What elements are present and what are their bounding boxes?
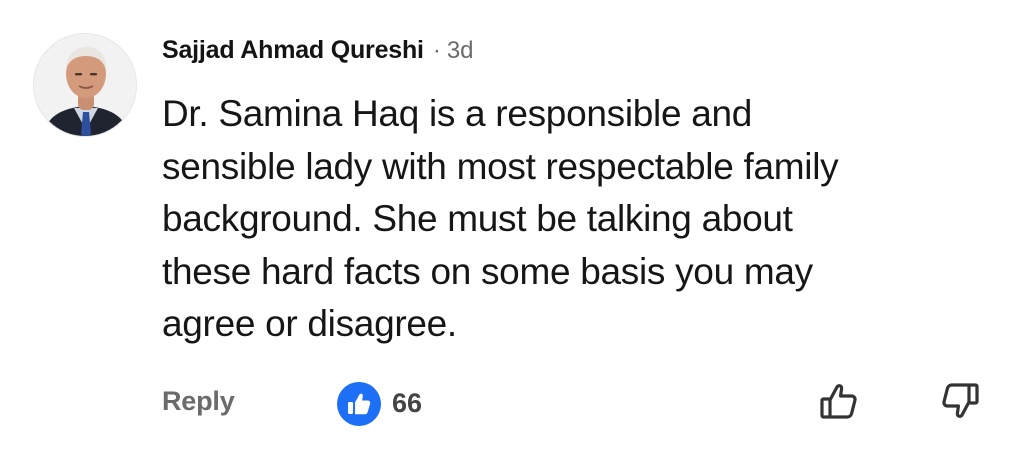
like-count: 66 bbox=[392, 388, 423, 418]
comment-header: Sajjad Ahmad Qureshi · 3d bbox=[162, 36, 474, 66]
comment-actions: Reply 66 bbox=[0, 372, 1024, 432]
reply-button[interactable]: Reply bbox=[162, 386, 235, 417]
thumbs-down-outline-icon[interactable] bbox=[936, 378, 982, 424]
meta-separator: · bbox=[432, 37, 441, 64]
comment-text: Dr. Samina Haq is a responsible and sens… bbox=[162, 93, 839, 344]
thumbs-up-outline-icon[interactable] bbox=[817, 378, 863, 424]
comment-timestamp: 3d bbox=[446, 37, 474, 64]
like-icon bbox=[337, 382, 381, 426]
avatar[interactable] bbox=[33, 33, 137, 137]
comment-card: Sajjad Ahmad Qureshi · 3d Dr. Samina Haq… bbox=[0, 0, 1024, 459]
profile-photo-icon bbox=[34, 34, 136, 136]
author-name[interactable]: Sajjad Ahmad Qureshi bbox=[162, 36, 424, 65]
